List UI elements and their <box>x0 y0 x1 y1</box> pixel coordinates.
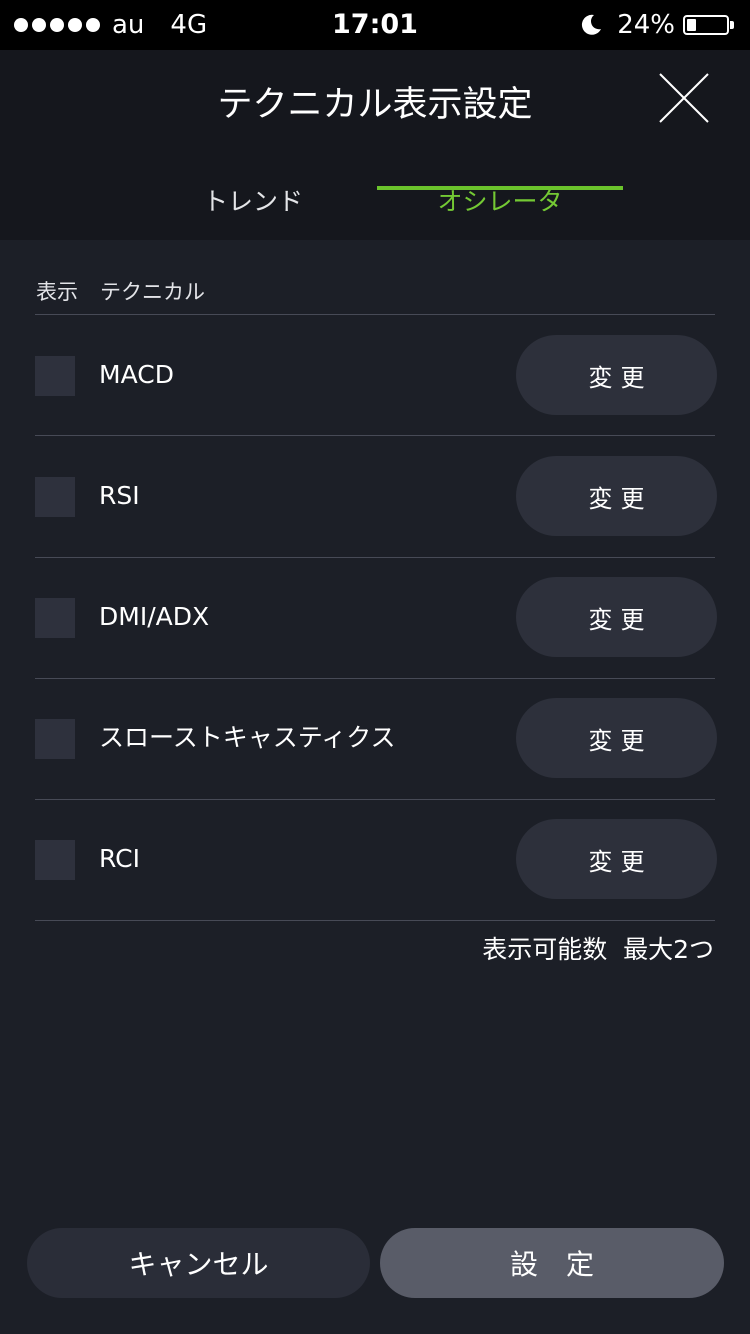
divider <box>35 920 715 921</box>
change-button[interactable]: 変更 <box>516 698 717 778</box>
status-bar: au 4G 17:01 24% <box>0 0 750 50</box>
checkbox[interactable] <box>35 719 75 759</box>
moon-icon <box>582 14 602 35</box>
set-button[interactable]: 設 定 <box>380 1228 724 1298</box>
indicator-name: DMI/ADX <box>99 602 210 631</box>
tab-bar: トレンド オシレータ <box>0 160 750 240</box>
indicator-row-dmi-adx: DMI/ADX 変更 <box>35 557 717 677</box>
tab-trend[interactable]: トレンド <box>130 160 376 240</box>
active-tab-indicator <box>377 186 623 190</box>
tab-oscillator[interactable]: オシレータ <box>377 160 623 240</box>
status-left: au 4G <box>14 0 207 50</box>
indicator-name: MACD <box>99 360 174 389</box>
page-title: テクニカル表示設定 <box>217 85 533 125</box>
cancel-button[interactable]: キャンセル <box>27 1228 370 1298</box>
signal-strength-icon <box>14 18 100 32</box>
indicator-name: RCI <box>99 844 140 873</box>
checkbox[interactable] <box>35 598 75 638</box>
close-button[interactable] <box>650 64 718 132</box>
indicator-row-macd: MACD 変更 <box>35 315 717 435</box>
list-header: 表示 テクニカル <box>36 276 205 306</box>
network-type: 4G <box>170 10 208 40</box>
change-button[interactable]: 変更 <box>516 456 717 536</box>
dialog-header: テクニカル表示設定 トレンド オシレータ <box>0 50 750 240</box>
battery-percent: 24% <box>617 10 675 40</box>
indicator-name: RSI <box>99 481 140 510</box>
close-x-icon <box>659 73 709 123</box>
indicator-row-rsi: RSI 変更 <box>35 436 717 556</box>
checkbox[interactable] <box>35 477 75 517</box>
battery-tip <box>730 21 734 29</box>
indicator-name: スローストキャスティクス <box>99 723 396 752</box>
column-technical-label: テクニカル <box>100 280 205 304</box>
change-button[interactable]: 変更 <box>516 577 717 657</box>
checkbox[interactable] <box>35 356 75 396</box>
change-button[interactable]: 変更 <box>516 819 717 899</box>
battery-level <box>687 19 696 31</box>
status-right: 24% <box>579 0 734 50</box>
checkbox[interactable] <box>35 840 75 880</box>
change-button[interactable]: 変更 <box>516 335 717 415</box>
carrier-name: au <box>112 10 145 40</box>
indicator-row-rci: RCI 変更 <box>35 799 717 919</box>
column-display-label: 表示 <box>36 280 78 304</box>
indicator-row-slow-stochastics: スローストキャスティクス 変更 <box>35 678 717 798</box>
max-display-note: 表示可能数 最大2つ <box>482 935 714 964</box>
battery-icon <box>683 15 729 35</box>
